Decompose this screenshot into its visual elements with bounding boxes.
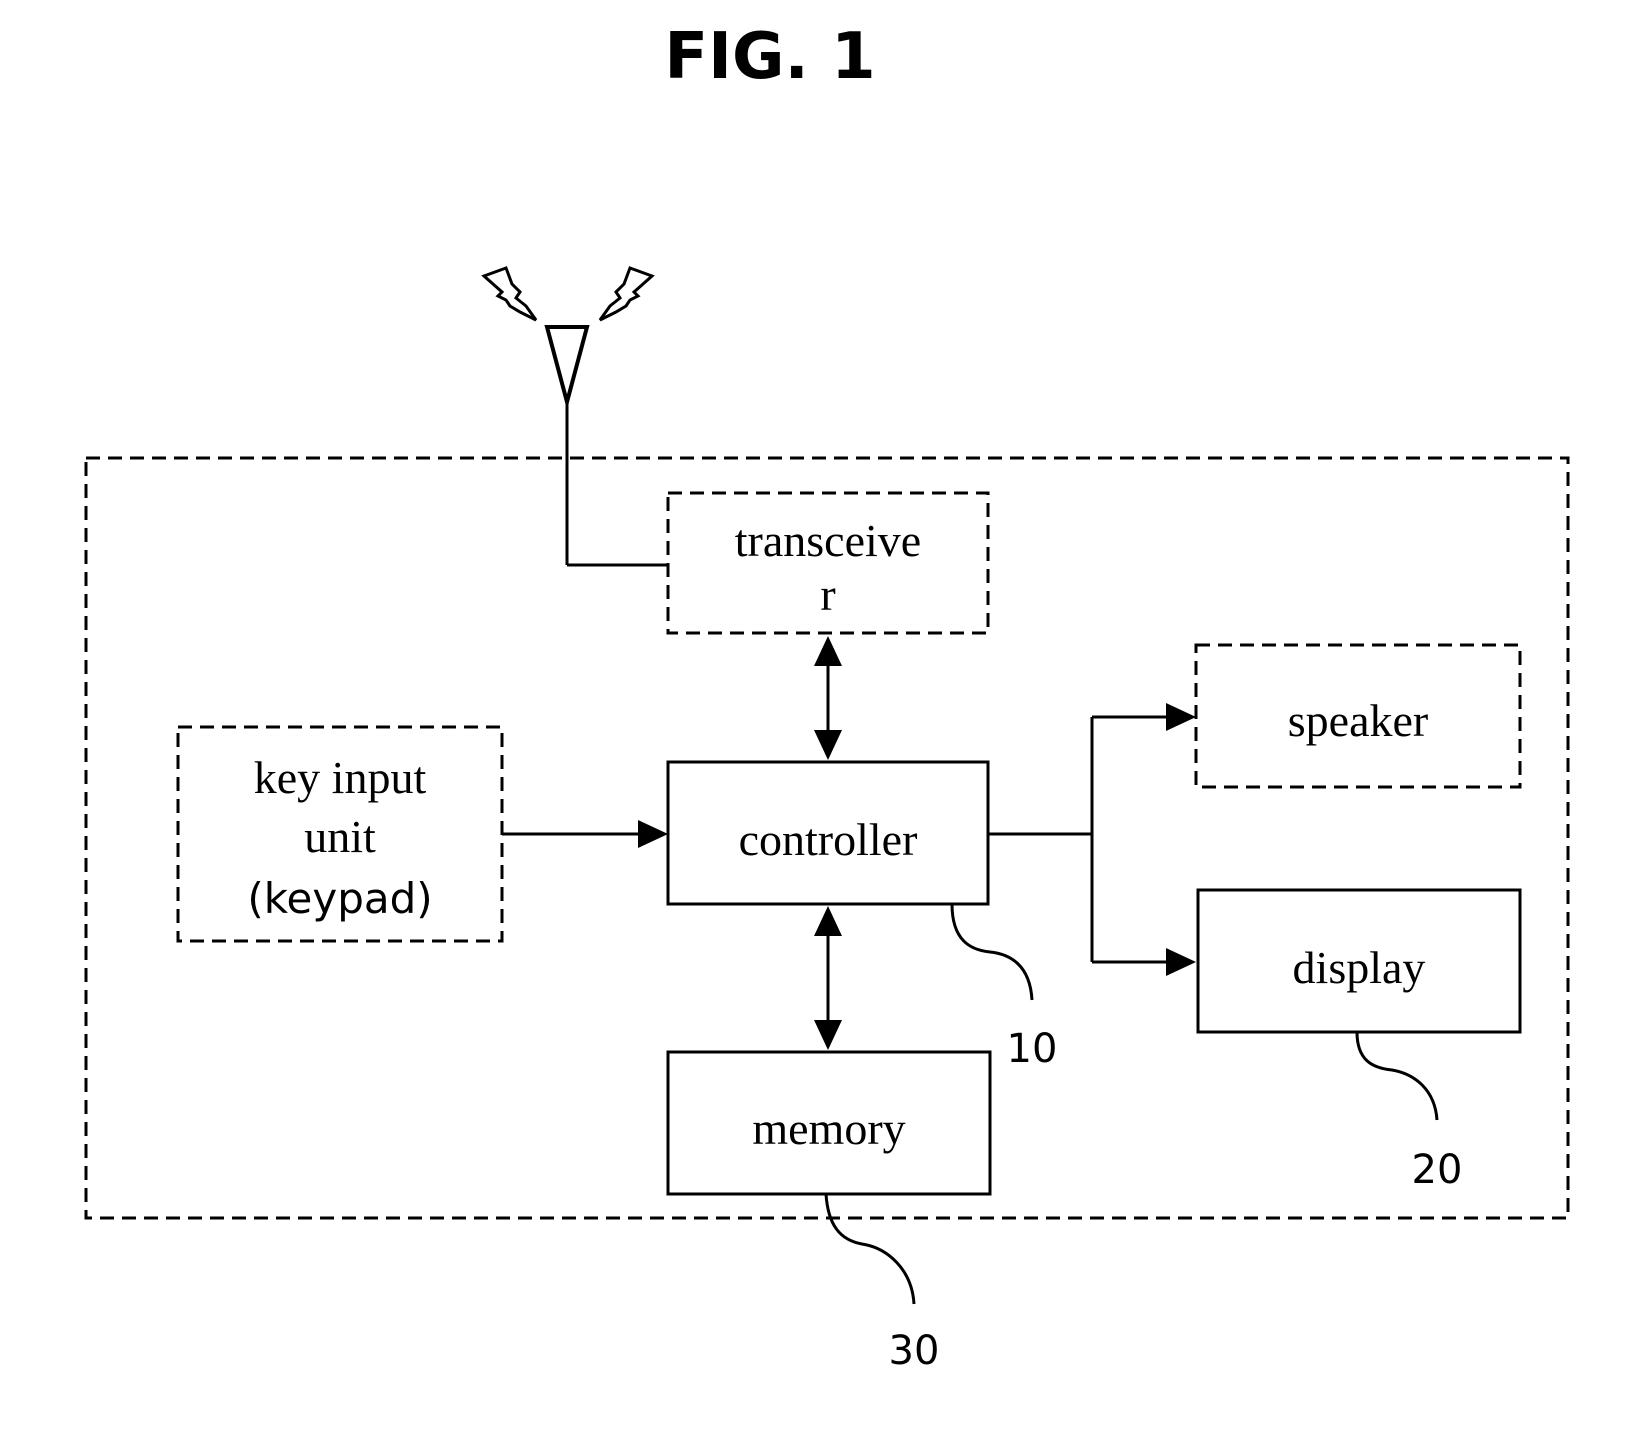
display-label: display [1293, 942, 1426, 993]
key-input-label-line3: (keypad) [247, 874, 432, 923]
transceiver-block: transceive r [666, 491, 990, 635]
memory-block: memory 30 [666, 1050, 992, 1374]
arrow-right-icon [638, 820, 668, 848]
transceiver-label-line1: transceive [735, 515, 921, 566]
arrow-down-icon [814, 730, 842, 760]
speaker-block: speaker [1194, 643, 1522, 789]
key-input-block: key input unit (keypad) [176, 725, 504, 943]
antenna-icon [481, 266, 668, 567]
arrow-down-icon [814, 1020, 842, 1050]
signal-bolt-left-icon [481, 266, 538, 322]
controller-leader-line [950, 903, 1034, 1001]
controller-ref-number: 10 [1007, 1026, 1058, 1072]
arrow-up-icon [814, 636, 842, 666]
signal-bolt-right-icon [598, 266, 655, 322]
controller-block: controller 10 [666, 760, 1058, 1072]
controller-label: controller [739, 814, 918, 865]
key-input-label-line1: key input [254, 752, 427, 803]
transceiver-label-line2: r [820, 569, 835, 620]
arrow-up-icon [814, 906, 842, 936]
speaker-label: speaker [1288, 695, 1428, 746]
display-ref-number: 20 [1412, 1147, 1463, 1193]
block-diagram: FIG. 1 transceive r key input unit (keyp… [84, 20, 1570, 1374]
display-leader-line [1355, 1031, 1439, 1121]
key-input-controller-link [502, 820, 668, 848]
controller-output-link [988, 703, 1196, 976]
key-input-label-line2: unit [304, 811, 376, 862]
arrow-right-icon [1166, 703, 1196, 731]
display-block: display 20 [1196, 888, 1522, 1193]
transceiver-controller-link [814, 636, 842, 760]
arrow-right-icon [1166, 948, 1196, 976]
memory-label: memory [752, 1103, 905, 1154]
controller-memory-link [814, 906, 842, 1050]
memory-ref-number: 30 [889, 1328, 940, 1374]
figure-title: FIG. 1 [664, 20, 875, 94]
memory-leader-line [824, 1193, 916, 1305]
